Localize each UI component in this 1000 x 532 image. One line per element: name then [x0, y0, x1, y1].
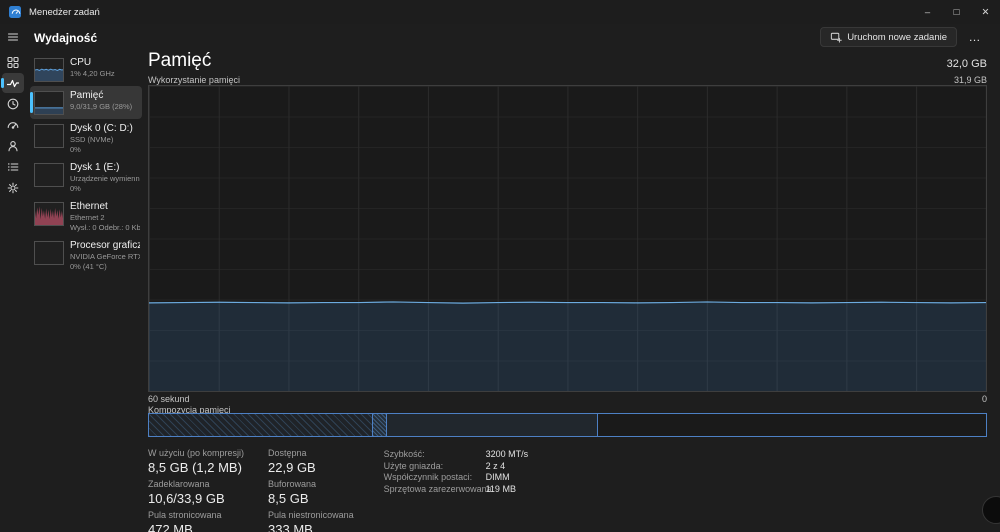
detail-label: Współczynnik postaci:: [383, 472, 473, 482]
task-manager-window: Menedżer zadań – □ ✕ Wydajność CPU 1% 4,…: [0, 0, 1000, 532]
stat-paged-pool: Pula stronicowana 472 MB: [148, 510, 244, 532]
perf-item-title: CPU: [70, 57, 92, 68]
stat-label: Pula stronicowana: [148, 510, 222, 520]
menu-hamburger-icon[interactable]: [2, 27, 24, 47]
stat-value: 333 MB: [268, 522, 313, 532]
stat-value: 10,6/33,9 GB: [148, 491, 225, 506]
detail-value: 2 z 4: [485, 460, 506, 471]
ethernet-mini-chart: [34, 202, 64, 226]
perf-item-ethernet[interactable]: Ethernet Ethernet 2 Wysł.: 0 Odebr.: 0 K…: [30, 197, 142, 236]
memory-composition-bar[interactable]: [148, 413, 987, 437]
memory-usage-graph[interactable]: [148, 85, 987, 392]
close-button[interactable]: ✕: [971, 0, 1000, 24]
more-options-button[interactable]: …: [963, 27, 987, 47]
page-title-performance: Wydajność: [34, 31, 98, 45]
usage-graph-max: 31,9 GB: [953, 75, 987, 85]
window-title: Menedżer zadań: [29, 6, 100, 18]
composition-segment-free[interactable]: [598, 414, 986, 436]
stat-label: Zadeklarowana: [148, 479, 210, 489]
composition-segment-in-use[interactable]: [149, 414, 374, 436]
composition-segment-modified[interactable]: [373, 414, 387, 436]
rail-item-app-history[interactable]: [2, 94, 24, 114]
detail-value: 3200 MT/s: [485, 449, 529, 459]
gpu-mini-chart: [34, 241, 64, 265]
perf-item-subtitle: Ethernet 2: [70, 213, 105, 222]
perf-item-disk1[interactable]: Dysk 1 (E:) Urządzenie wymienne (I 0%: [30, 158, 142, 197]
perf-item-subtitle: 0%: [70, 144, 81, 154]
perf-item-title: Ethernet: [70, 201, 108, 212]
perf-item-subtitle: 9,0/31,9 GB (28%): [70, 102, 133, 111]
memory-usage-area-chart: [149, 86, 986, 391]
usage-graph-label: Wykorzystanie pamięci: [148, 75, 240, 85]
perf-item-title: Dysk 1 (E:): [70, 162, 120, 173]
stat-value: 472 MB: [148, 522, 193, 532]
performance-pulse-icon: [6, 79, 20, 88]
stat-committed: Zadeklarowana 10,6/33,9 GB: [148, 479, 244, 506]
maximize-button[interactable]: □: [942, 0, 971, 24]
stat-value: 8,5 GB (1,2 MB): [148, 460, 242, 475]
memory-mini-chart: [34, 91, 64, 115]
task-manager-app-icon: [9, 6, 21, 18]
detail-label: Szybkość:: [383, 449, 425, 459]
stat-label: W użyciu (po kompresji): [148, 448, 245, 458]
performance-list: CPU 1% 4,20 GHz Pamięć 9,0/31,9 GB (28%): [30, 53, 142, 275]
perf-item-cpu[interactable]: CPU 1% 4,20 GHz: [30, 53, 142, 86]
stat-label: Buforowana: [268, 479, 317, 489]
disk0-mini-chart: [34, 124, 64, 148]
axis-label-left: 60 sekund: [148, 394, 190, 404]
run-new-task-icon: [831, 32, 842, 43]
rail-item-users[interactable]: [2, 136, 24, 156]
disk1-mini-chart: [34, 163, 64, 187]
perf-item-subtitle: Urządzenie wymienne (I: [70, 174, 140, 183]
run-new-task-label: Uruchom nowe zadanie: [847, 31, 947, 43]
nav-rail: [0, 24, 26, 532]
perf-item-memory[interactable]: Pamięć 9,0/31,9 GB (28%): [30, 86, 142, 119]
perf-item-title: Procesor graficzny: [70, 240, 140, 251]
perf-item-title: Dysk 0 (C: D:): [70, 123, 133, 134]
detail-value: 119 MB: [485, 483, 516, 494]
stat-label: Pula niestronicowana: [268, 510, 354, 520]
perf-item-subtitle: NVIDIA GeForce RTX 30: [70, 252, 140, 261]
stat-value: 8,5 GB: [268, 491, 309, 506]
perf-item-subtitle: 1% 4,20 GHz: [70, 69, 115, 78]
stat-non-paged-pool: Pula niestronicowana 333 MB: [268, 510, 354, 532]
cpu-mini-chart: [34, 58, 64, 82]
toolbar: Uruchom nowe zadanie …: [820, 27, 987, 47]
perf-item-subtitle: Wysł.: 0 Odebr.: 0 Kb/s: [70, 222, 140, 232]
perf-item-subtitle: SSD (NVMe): [70, 135, 114, 144]
memory-title: Pamięć: [148, 50, 212, 71]
rail-item-performance[interactable]: [1, 73, 24, 93]
memory-total: 32,0 GB: [946, 58, 987, 70]
perf-item-subtitle: 0%: [70, 183, 81, 193]
minimize-button[interactable]: –: [913, 0, 942, 24]
axis-label-right: 0: [981, 394, 987, 404]
perf-item-title: Pamięć: [70, 90, 104, 101]
memory-panel: Uruchom nowe zadanie … Pamięć 32,0 GB Wy…: [148, 24, 987, 532]
rail-item-services[interactable]: [2, 178, 24, 198]
stat-value: 22,9 GB: [268, 460, 316, 475]
composition-segment-standby[interactable]: [386, 414, 598, 436]
run-new-task-button[interactable]: Uruchom nowe zadanie: [820, 27, 957, 47]
stat-label: Dostępna: [268, 448, 307, 458]
titlebar[interactable]: Menedżer zadań – □ ✕: [0, 0, 1000, 24]
performance-sidebar: Wydajność CPU 1% 4,20 GHz Pamięć 9,0/31,…: [26, 24, 144, 532]
memory-hardware-details: Szybkość: 3200 MT/s Użyte gniazda: 2 z 4…: [384, 448, 529, 532]
memory-stats: W użyciu (po kompresji) 8,5 GB (1,2 MB) …: [148, 448, 354, 532]
stat-available: Dostępna 22,9 GB: [268, 448, 354, 475]
perf-item-subtitle: 0% (41 °C): [70, 261, 107, 271]
rail-item-startup-apps[interactable]: [2, 115, 24, 135]
stat-in-use: W użyciu (po kompresji) 8,5 GB (1,2 MB): [148, 448, 244, 475]
rail-item-details[interactable]: [2, 157, 24, 177]
rail-item-processes[interactable]: [2, 52, 24, 72]
perf-item-gpu[interactable]: Procesor graficzny NVIDIA GeForce RTX 30…: [30, 236, 142, 275]
perf-item-disk0[interactable]: Dysk 0 (C: D:) SSD (NVMe) 0%: [30, 119, 142, 158]
window-controls: – □ ✕: [913, 0, 1000, 24]
detail-label: Sprzętowa zarezerwowana:: [383, 483, 495, 494]
detail-value: DIMM: [485, 472, 510, 482]
stat-cached: Buforowana 8,5 GB: [268, 479, 354, 506]
detail-label: Użyte gniazda:: [383, 460, 444, 471]
